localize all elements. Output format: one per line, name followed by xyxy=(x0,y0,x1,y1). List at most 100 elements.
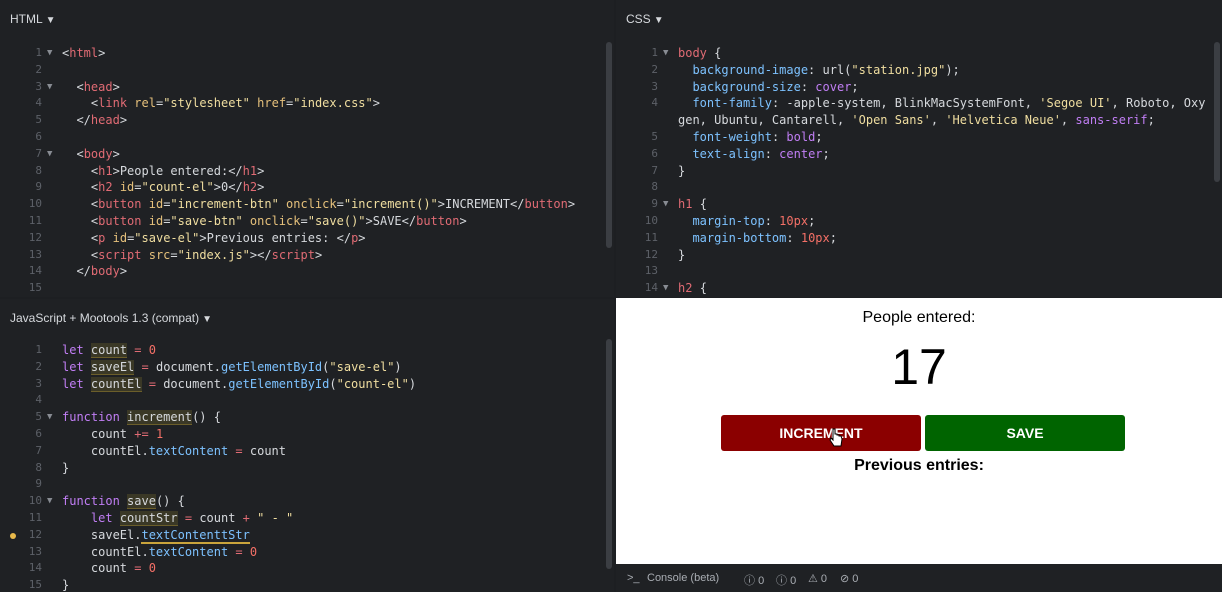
html-code-line[interactable]: 6 xyxy=(0,129,614,146)
line-number: 7 xyxy=(35,146,42,160)
js-code-area[interactable]: 1 let count = 0 2 let saveEl = document.get… xyxy=(0,342,614,592)
dropdown-caret-icon[interactable]: ▼ xyxy=(46,15,56,26)
css-code-line[interactable]: 2 background-image: url("station.jpg"); xyxy=(616,62,1222,79)
fold-arrow-icon[interactable]: ▼ xyxy=(47,409,52,426)
js-code-line[interactable]: 3 let countEl = document.getElementById("… xyxy=(0,376,614,393)
fold-arrow-icon[interactable]: ▼ xyxy=(47,146,52,163)
html-code-line[interactable]: 11 <button id="save-btn" onclick="save()… xyxy=(0,213,614,230)
line-number: 1 xyxy=(651,46,658,59)
code-text: function save() { xyxy=(62,494,185,510)
previous-entries-label: Previous entries: xyxy=(854,457,984,474)
html-code-line[interactable]: 13 <script src="index.js"></script> xyxy=(0,247,614,264)
js-code-line[interactable]: 11 let countStr = count + " - " xyxy=(0,510,614,527)
html-code-line[interactable]: 14 </body> xyxy=(0,263,614,280)
log-count: 0 xyxy=(758,575,765,587)
html-pane-header[interactable]: HTML ▼ xyxy=(0,0,614,40)
css-code-area[interactable]: 1 ▼ body {2 background-image: url("station… xyxy=(616,45,1222,297)
css-code-line[interactable]: 13 xyxy=(616,263,1222,280)
js-code-line[interactable]: 6 count += 1 xyxy=(0,426,614,443)
code-text: <h2 id="count-el">0</h2> xyxy=(90,180,265,195)
line-number: 10 xyxy=(28,197,42,211)
line-number: 2 xyxy=(35,62,42,76)
fold-arrow-icon[interactable]: ▼ xyxy=(663,196,668,213)
js-code-line[interactable]: 2 let saveEl = document.getElementById("s… xyxy=(0,359,614,376)
dropdown-caret-icon[interactable]: ▼ xyxy=(202,314,212,325)
css-code-line[interactable]: 9 ▼ h1 { xyxy=(616,196,1222,213)
code-text: count = 0 xyxy=(62,561,156,576)
fold-arrow-icon[interactable]: ▼ xyxy=(47,493,52,510)
code-text: } xyxy=(678,247,686,262)
js-editor-pane: JavaScript + Mootools 1.3 (compat) ▼ 1 let… xyxy=(0,299,614,592)
html-code-line[interactable]: 9 <h2 id="count-el">0</h2> xyxy=(0,179,614,196)
html-pane-title: HTML xyxy=(10,12,43,26)
js-code-line[interactable]: 9 xyxy=(0,476,614,493)
html-code-line[interactable]: 15 xyxy=(0,280,614,297)
css-pane-header[interactable]: CSS ▼ xyxy=(616,0,1222,40)
save-button[interactable]: SAVE xyxy=(925,415,1125,451)
code-text: gen, Ubuntu, Cantarell, 'Open Sans', 'He… xyxy=(678,113,1155,128)
js-code-line[interactable]: 1 let count = 0 xyxy=(0,342,614,359)
css-code-line[interactable]: 6 text-align: center; xyxy=(616,146,1222,163)
code-text: margin-top: 10px; xyxy=(692,213,816,228)
fold-arrow-icon[interactable]: ▼ xyxy=(47,45,52,62)
css-code-line[interactable]: 4 font-family: -apple-system, BlinkMacSy… xyxy=(616,95,1222,112)
html-code-line[interactable]: 2 xyxy=(0,62,614,79)
js-code-line[interactable]: 15} xyxy=(0,577,614,592)
code-text: background-image: url("station.jpg"); xyxy=(692,62,960,77)
code-text: function increment() { xyxy=(62,410,221,426)
js-pane-header[interactable]: JavaScript + Mootools 1.3 (compat) ▼ xyxy=(0,299,614,339)
html-code-line[interactable]: 1 ▼ <html> xyxy=(0,45,614,62)
line-number: 1 xyxy=(35,46,42,59)
fold-arrow-icon[interactable]: ▼ xyxy=(663,280,668,297)
html-code-line[interactable]: 12 <p id="save-el">Previous entries: </p… xyxy=(0,230,614,247)
css-code-line[interactable]: 12} xyxy=(616,247,1222,264)
html-code-line[interactable]: 10 <button id="increment-btn" onclick="i… xyxy=(0,196,614,213)
html-code-line[interactable]: 7 ▼ <body> xyxy=(0,146,614,163)
js-code-line[interactable]: 7 countEl.textContent = count xyxy=(0,443,614,460)
css-code-line[interactable]: 7} xyxy=(616,163,1222,180)
code-text: </body> xyxy=(76,264,128,279)
line-number: 14 xyxy=(28,561,42,575)
code-text: </head> xyxy=(76,113,128,128)
css-code-line[interactable]: gen, Ubuntu, Cantarell, 'Open Sans', 'He… xyxy=(616,112,1222,129)
html-code-line[interactable]: 5 </head> xyxy=(0,112,614,129)
line-number: 1 xyxy=(35,343,42,356)
js-code-line[interactable]: 4 xyxy=(0,392,614,409)
css-code-line[interactable]: 14 ▼ h2 { xyxy=(616,280,1222,297)
html-code-line[interactable]: 3 ▼ <head> xyxy=(0,79,614,96)
js-code-line[interactable]: 12 saveEl.textContenttStr xyxy=(0,527,614,544)
line-number: 8 xyxy=(35,460,42,474)
mouse-pointer-icon xyxy=(829,428,843,447)
increment-button[interactable]: INCREMENT xyxy=(721,415,921,451)
warning-count: 0 xyxy=(820,573,828,585)
css-code-line[interactable]: 1 ▼ body { xyxy=(616,45,1222,62)
js-code-line[interactable]: 5 ▼ function increment() { xyxy=(0,409,614,426)
html-scrollbar[interactable] xyxy=(606,42,612,248)
line-number: 12 xyxy=(28,230,42,244)
js-code-line[interactable]: 8} xyxy=(0,460,614,477)
css-code-line[interactable]: 8 xyxy=(616,179,1222,196)
css-code-line[interactable]: 3 background-size: cover; xyxy=(616,79,1222,96)
info-count: 0 xyxy=(790,575,797,587)
dropdown-caret-icon[interactable]: ▼ xyxy=(654,15,664,26)
console-label[interactable]: Console (beta) xyxy=(647,572,719,584)
css-code-line[interactable]: 11 margin-bottom: 10px; xyxy=(616,230,1222,247)
html-code-line[interactable]: 4 <link rel="stylesheet" href="index.css… xyxy=(0,95,614,112)
warning-count-icon: ⚠ 0 xyxy=(808,573,828,585)
html-code-line[interactable]: 8 <h1>People entered:</h1> xyxy=(0,163,614,180)
js-code-line[interactable]: 13 countEl.textContent = 0 xyxy=(0,544,614,561)
js-scrollbar[interactable] xyxy=(606,339,612,569)
fold-arrow-icon[interactable]: ▼ xyxy=(47,79,52,96)
css-code-line[interactable]: 5 font-weight: bold; xyxy=(616,129,1222,146)
fold-arrow-icon[interactable]: ▼ xyxy=(663,45,668,62)
line-number: 8 xyxy=(651,180,658,194)
console-bar[interactable]: >_ Console (beta) ⓘ 0 ⓘ 0 ⚠ 0 ⊘ 0 xyxy=(616,564,1222,592)
code-text: font-weight: bold; xyxy=(692,129,823,144)
js-code-line[interactable]: 10 ▼ function save() { xyxy=(0,493,614,510)
html-code-area[interactable]: 1 ▼ <html> 2 3 ▼ <head> 4 <link rel="styleshee… xyxy=(0,45,614,297)
css-scrollbar[interactable] xyxy=(1214,42,1220,182)
css-code-line[interactable]: 10 margin-top: 10px; xyxy=(616,213,1222,230)
js-code-line[interactable]: 14 count = 0 xyxy=(0,560,614,577)
line-number: 6 xyxy=(651,146,658,160)
line-number: 10 xyxy=(28,494,42,508)
